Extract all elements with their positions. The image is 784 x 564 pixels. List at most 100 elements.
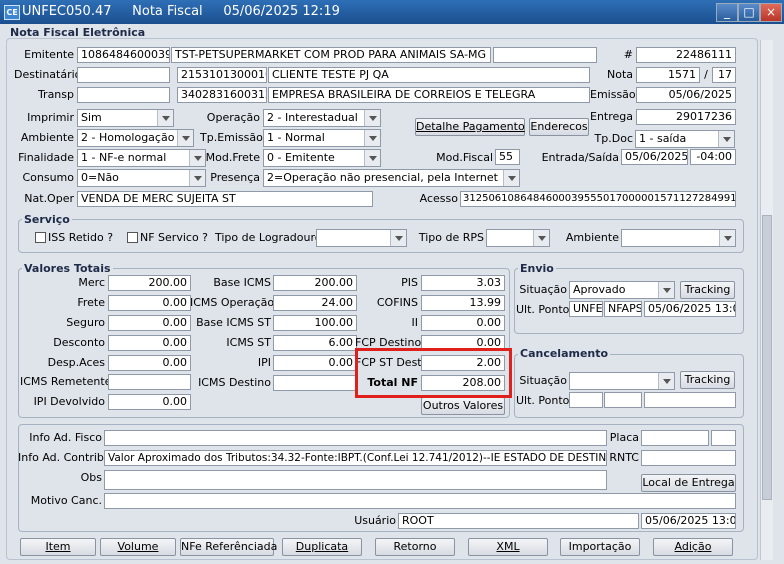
cancel-situacao-select[interactable]	[569, 372, 675, 390]
merc-field[interactable]: 200.00	[108, 275, 191, 291]
destinatario-code-field[interactable]	[77, 67, 170, 83]
emitente-nome-field[interactable]: TST-PETSUPERMARKET COM PROD PARA ANIMAIS…	[171, 47, 491, 63]
outros-valores-button[interactable]: Outros Valores	[421, 397, 505, 415]
despaces-field[interactable]: 0.00	[108, 355, 191, 371]
baseicmsst-field[interactable]: 100.00	[273, 315, 357, 331]
emissao-field[interactable]: 05/06/2025	[636, 87, 736, 103]
cancel-ultponto-a-field[interactable]	[569, 392, 603, 408]
volume-button[interactable]: Volume	[100, 538, 176, 556]
pis-field[interactable]: 3.03	[421, 275, 505, 291]
destinatario-cnpj-field[interactable]: 21531013000167	[177, 67, 267, 83]
consumo-select[interactable]: 0=Não	[77, 169, 206, 187]
vertical-scrollbar[interactable]	[760, 40, 773, 560]
chevron-down-icon	[364, 150, 380, 166]
local-entrega-button[interactable]: Local de Entrega	[641, 474, 736, 492]
presenca-select[interactable]: 2=Operação não presencial, pela Internet	[263, 169, 520, 187]
icms-operacao-field[interactable]: 24.00	[273, 295, 357, 311]
placa-uf-field[interactable]	[711, 430, 736, 446]
tpdoc-select[interactable]: 1 - saída	[635, 130, 735, 148]
icms-remetente-field[interactable]	[108, 374, 191, 390]
tipo-rps-select[interactable]	[486, 229, 550, 247]
envio-ultponto-date-field[interactable]: 05/06/2025 13:06	[644, 301, 736, 317]
envio-ultponto-b-field[interactable]: NFAPS	[604, 301, 642, 317]
frete-field[interactable]: 0.00	[108, 295, 191, 311]
natoper-field[interactable]: VENDA DE MERC SUJEITA ST	[77, 191, 373, 207]
scrollbar-thumb[interactable]	[762, 215, 772, 500]
cofins-field[interactable]: 13.99	[421, 295, 505, 311]
duplicata-button[interactable]: Duplicata	[282, 538, 362, 556]
info-contrib-field[interactable]: Valor Aproximado dos Tributos:34.32-Font…	[104, 450, 607, 466]
acesso-field[interactable]: 3125061086484600039555017000001571127284…	[460, 191, 736, 207]
modfrete-select[interactable]: 0 - Emitente	[263, 149, 381, 167]
destinatario-label: Destinatário	[14, 68, 82, 81]
obs-field[interactable]	[104, 470, 607, 490]
envio-situacao-select[interactable]: Aprovado	[569, 281, 675, 299]
enderecos-button[interactable]: Enderecos	[529, 118, 589, 136]
motivo-canc-field[interactable]	[104, 493, 736, 509]
transp-cnpj-field[interactable]: 34028316003129	[177, 87, 267, 103]
cancel-ultponto-b-field[interactable]	[604, 392, 642, 408]
transp-code-field[interactable]	[77, 87, 170, 103]
ipi-devolvido-field[interactable]: 0.00	[108, 394, 191, 410]
entradasaida-date-field[interactable]: 05/06/2025	[621, 149, 688, 165]
item-button[interactable]: Item	[20, 538, 96, 556]
xml-button[interactable]: XML	[468, 538, 548, 556]
detalhe-pagamento-button[interactable]: Detalhe Pagamento	[415, 118, 525, 136]
placa-field[interactable]	[641, 430, 709, 446]
operacao-select[interactable]: 2 - Interestadual	[263, 109, 381, 127]
icms-destino-label: ICMS Destino	[198, 376, 271, 389]
close-button[interactable]: ×	[760, 3, 782, 22]
icms-remetente-label: ICMS Remetente	[20, 375, 112, 388]
chevron-down-icon	[533, 230, 549, 246]
ipi-field[interactable]: 0.00	[273, 355, 357, 371]
icmsst-field[interactable]: 6.00	[273, 335, 357, 351]
baseicms-label: Base ICMS	[213, 276, 271, 289]
hash-label: #	[623, 48, 633, 61]
nf-servico-checkbox[interactable]	[127, 232, 138, 243]
servico-ambiente-select[interactable]	[621, 229, 736, 247]
ii-field[interactable]: 0.00	[421, 315, 505, 331]
entrega-field[interactable]: 29017236	[636, 109, 736, 125]
cancel-tracking-button[interactable]: Tracking	[680, 371, 735, 389]
entradasaida-tz-field[interactable]: -04:00	[690, 149, 736, 165]
nfe-referenciada-button[interactable]: NFe Referênciada	[180, 538, 277, 556]
info-fisco-label: Info Ad. Fisco	[29, 431, 102, 444]
info-fisco-field[interactable]	[104, 430, 607, 446]
seguro-field[interactable]: 0.00	[108, 315, 191, 331]
baseicms-field[interactable]: 200.00	[273, 275, 357, 291]
tipo-logradouro-select[interactable]	[316, 229, 407, 247]
ambiente-select[interactable]: 2 - Homologação	[77, 129, 194, 147]
finalidade-select[interactable]: 1 - NF-e normal	[77, 149, 206, 167]
cofins-label: COFINS	[376, 296, 418, 309]
adicao-button[interactable]: Adição	[653, 538, 733, 556]
icms-destino-field[interactable]	[273, 375, 357, 391]
entrega-label: Entrega	[590, 110, 634, 123]
envio-ultponto-a-field[interactable]: UNFE	[569, 301, 603, 317]
tpemissao-select[interactable]: 1 - Normal	[263, 129, 381, 147]
rntc-field[interactable]	[641, 450, 736, 466]
emitente-extra-field[interactable]	[493, 47, 597, 63]
importacao-button[interactable]: Importação	[560, 538, 640, 556]
destinatario-nome-field[interactable]: CLIENTE TESTE PJ QA	[268, 67, 590, 83]
transp-nome-field[interactable]: EMPRESA BRASILEIRA DE CORREIOS E TELEGRA	[268, 87, 590, 103]
finalidade-value: 1 - NF-e normal	[81, 151, 167, 164]
maximize-button[interactable]: □	[738, 3, 760, 22]
usuario-date-field[interactable]: 05/06/2025 13:05	[641, 513, 736, 529]
nota-serie-field[interactable]: 17	[712, 67, 736, 83]
hash-field[interactable]: 22486111	[636, 47, 736, 63]
cancel-ultponto-date-field[interactable]	[644, 392, 736, 408]
icms-operacao-label: ICMS Operação	[190, 296, 275, 309]
modfiscal-field[interactable]: 55	[495, 149, 520, 165]
retorno-button[interactable]: Retorno	[375, 538, 455, 556]
desconto-field[interactable]: 0.00	[108, 335, 191, 351]
nota-separator: /	[704, 68, 708, 81]
iss-retido-checkbox[interactable]	[35, 232, 46, 243]
emitente-cnpj-field[interactable]: 10864846000395	[77, 47, 170, 63]
usuario-field[interactable]: ROOT	[398, 513, 639, 529]
imprimir-select[interactable]: Sim	[77, 109, 174, 127]
nota-number-field[interactable]: 1571	[636, 67, 700, 83]
presenca-label: Presença	[210, 171, 260, 184]
envio-tracking-button[interactable]: Tracking	[680, 281, 735, 299]
minimize-button[interactable]: _	[716, 3, 738, 22]
chevron-down-icon	[177, 130, 193, 146]
